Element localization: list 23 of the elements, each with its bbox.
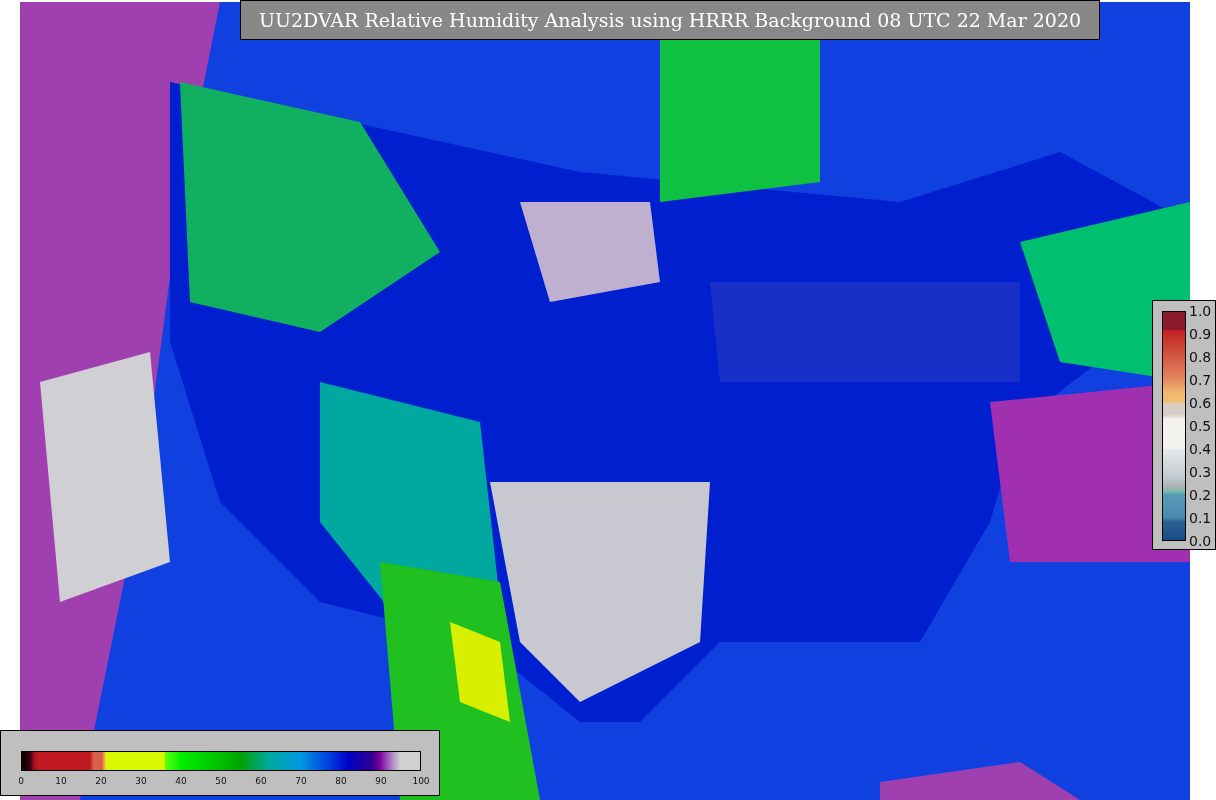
tick-label: 40 <box>174 775 188 788</box>
tick-label: 0.1 <box>1189 510 1212 526</box>
tick-label: 0.4 <box>1189 441 1212 457</box>
tick-label: 80 <box>334 775 348 788</box>
tick-label: 0.7 <box>1189 372 1212 388</box>
tick-label: 50 <box>214 775 228 788</box>
tick-label: 0.2 <box>1189 487 1212 503</box>
tick-label: 10 <box>54 775 68 788</box>
tick-label: 0.6 <box>1189 395 1212 411</box>
tick-label: 0.0 <box>1189 533 1212 549</box>
tick-label: 70 <box>294 775 308 788</box>
tick-label: 100 <box>411 775 431 788</box>
tick-label: 60 <box>254 775 268 788</box>
tick-label: 20 <box>94 775 108 788</box>
map-title: UU2DVAR Relative Humidity Analysis using HRRR Background 08 UTC 22 Mar 2020 <box>240 0 1100 40</box>
tick-label: 1.0 <box>1189 303 1212 319</box>
tick-label: 0.3 <box>1189 464 1212 480</box>
tick-label: 0.5 <box>1189 418 1212 434</box>
tick-label: 0.8 <box>1189 349 1212 365</box>
tick-label: 90 <box>374 775 388 788</box>
tick-label: 30 <box>134 775 148 788</box>
tick-label: 0.9 <box>1189 326 1212 342</box>
tick-label: 0 <box>17 775 25 788</box>
